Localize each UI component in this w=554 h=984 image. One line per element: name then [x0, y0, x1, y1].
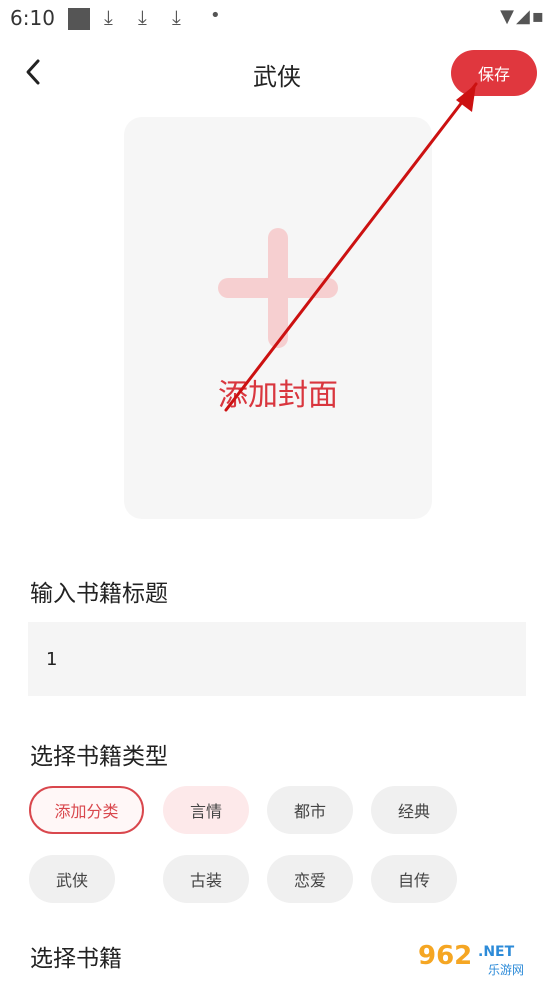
status-bar: 6:10 ⤓ ⤓ ⤓ • ▼◢▪ — [0, 0, 554, 38]
download-icon: ⤓ — [172, 5, 181, 29]
signal-icons: ▼◢▪ — [500, 6, 546, 27]
add-cover-area[interactable]: 添加封面 — [124, 117, 432, 519]
svg-text:.NET: .NET — [478, 944, 515, 960]
add-cover-label: 添加封面 — [218, 378, 338, 413]
book-title-input[interactable] — [28, 622, 526, 696]
download-icon: ⤓ — [138, 5, 147, 29]
category-tag[interactable]: 古装 — [163, 855, 249, 903]
category-tag[interactable]: 武侠 — [29, 855, 115, 903]
category-tag[interactable]: 经典 — [371, 786, 457, 834]
category-tag[interactable]: 言情 — [163, 786, 249, 834]
book-title-label: 输入书籍标题 — [30, 581, 168, 607]
download-icon: ⤓ — [104, 5, 113, 29]
header: 武侠 保存 — [0, 45, 554, 105]
category-label: 选择书籍类型 — [30, 744, 168, 770]
notification-square-icon — [68, 8, 90, 30]
save-button[interactable]: 保存 — [451, 50, 537, 96]
plus-icon — [218, 228, 338, 348]
add-category-button[interactable]: 添加分类 — [29, 786, 144, 834]
status-dot: • — [210, 5, 221, 26]
select-book-label: 选择书籍 — [30, 946, 122, 972]
category-tag[interactable]: 恋爱 — [267, 855, 353, 903]
watermark-logo: 962 .NET 乐游网 — [414, 936, 550, 977]
svg-text:962: 962 — [418, 941, 472, 971]
category-tag[interactable]: 都市 — [267, 786, 353, 834]
status-time: 6:10 — [10, 6, 55, 30]
category-tag[interactable]: 自传 — [371, 855, 457, 903]
svg-text:乐游网: 乐游网 — [488, 963, 524, 977]
